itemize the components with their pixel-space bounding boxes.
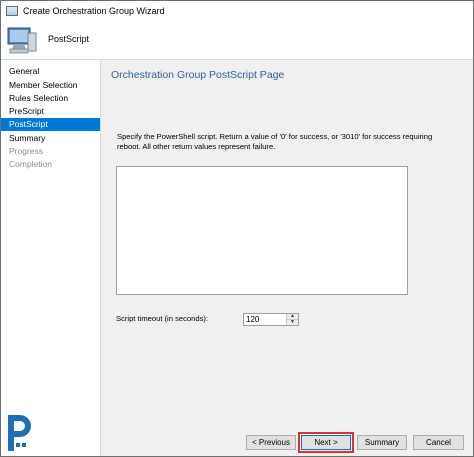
header-title: PostScript <box>48 34 90 44</box>
wizard-header: PostScript <box>1 21 473 60</box>
timeout-label: Script timeout (in seconds): <box>116 314 209 323</box>
title-bar: Create Orchestration Group Wizard <box>1 1 473 21</box>
wizard-content: Orchestration Group PostScript Page Spec… <box>101 60 473 456</box>
stepper-buttons: ▲ ▼ <box>286 313 298 325</box>
watermark-logo-icon <box>8 415 31 451</box>
nav-item-member-selection[interactable]: Member Selection <box>1 79 100 92</box>
cancel-button[interactable]: Cancel <box>413 435 464 450</box>
script-textbox[interactable] <box>116 166 408 295</box>
timeout-value[interactable]: 120 <box>246 315 259 324</box>
page-title: Orchestration Group PostScript Page <box>111 69 285 81</box>
next-button[interactable]: Next > <box>301 435 351 450</box>
window-icon <box>6 6 18 16</box>
wizard-window: Create Orchestration Group Wizard PostSc… <box>0 0 474 457</box>
script-description: Specify the PowerShell script. Return a … <box>117 132 433 151</box>
computer-icon <box>7 27 37 54</box>
previous-button[interactable]: < Previous <box>246 435 296 450</box>
nav-item-prescript[interactable]: PreScript <box>1 105 100 118</box>
summary-button[interactable]: Summary <box>357 435 407 450</box>
timeout-stepper[interactable]: 120 ▲ ▼ <box>243 313 299 326</box>
wizard-nav: General Member Selection Rules Selection… <box>1 60 101 456</box>
nav-item-rules-selection[interactable]: Rules Selection <box>1 92 100 105</box>
window-title: Create Orchestration Group Wizard <box>23 6 165 16</box>
stepper-down-icon[interactable]: ▼ <box>287 319 298 325</box>
nav-item-completion: Completion <box>9 159 52 169</box>
nav-item-progress: Progress <box>9 146 44 156</box>
nav-item-summary[interactable]: Summary <box>1 132 100 145</box>
nav-item-general[interactable]: General <box>1 65 100 78</box>
nav-item-postscript[interactable]: PostScript <box>1 118 100 131</box>
